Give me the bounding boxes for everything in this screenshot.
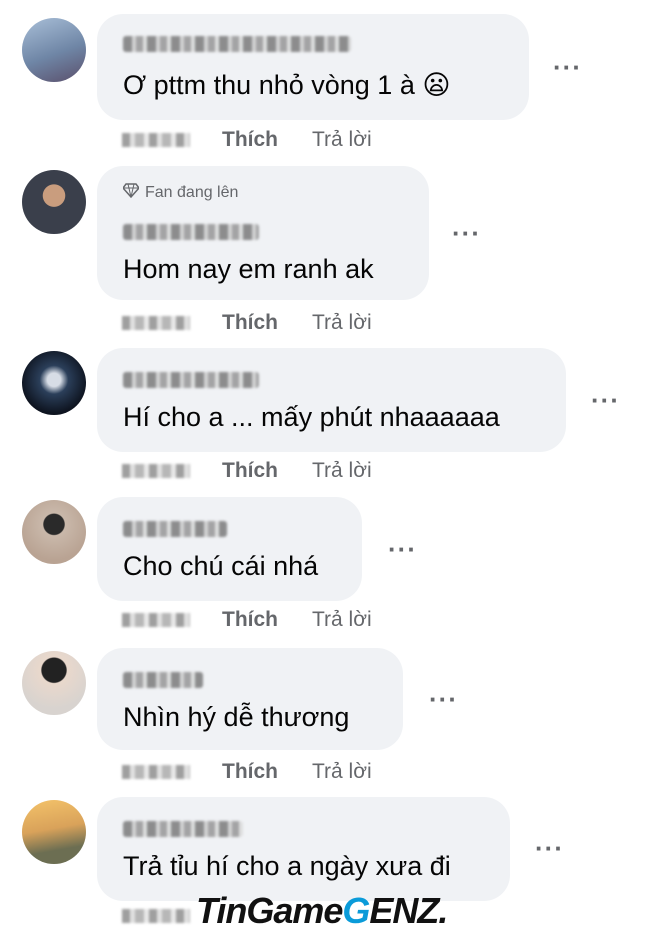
timestamp[interactable]: [122, 133, 190, 147]
comment-bubble: Hí cho a ... mấy phút nhaaaaaa: [97, 348, 566, 452]
avatar[interactable]: [22, 800, 86, 864]
author-name[interactable]: [123, 672, 203, 688]
watermark-text-part3: ENZ.: [369, 890, 448, 931]
comment-text: Cho chú cái nhá: [123, 551, 319, 581]
watermark-text-part2: G: [342, 890, 370, 931]
reply-button[interactable]: Trả lời: [312, 128, 372, 152]
fan-badge: Fan đang lên: [122, 182, 239, 203]
more-options-button[interactable]: ···: [452, 220, 481, 246]
avatar[interactable]: [22, 500, 86, 564]
more-options-button[interactable]: ···: [388, 536, 417, 562]
reply-button[interactable]: Trả lời: [312, 608, 372, 632]
like-button[interactable]: Thích: [222, 311, 278, 335]
watermark-text-part1: TinGame: [196, 890, 343, 931]
author-name[interactable]: [123, 372, 259, 388]
more-options-button[interactable]: ···: [553, 54, 582, 80]
timestamp[interactable]: [122, 613, 190, 627]
more-options-button[interactable]: ···: [429, 686, 458, 712]
comment-text: Ơ pttm thu nhỏ vòng 1 à 😦: [123, 70, 451, 100]
comment-text: Hí cho a ... mấy phút nhaaaaaa: [123, 402, 500, 432]
comment-text: Trả tỉu hí cho a ngày xưa đi: [123, 851, 451, 881]
comment-text: Nhìn hý dễ thương: [123, 702, 350, 732]
author-name[interactable]: [123, 36, 351, 52]
like-button[interactable]: Thích: [222, 760, 278, 784]
timestamp[interactable]: [122, 464, 190, 478]
like-button[interactable]: Thích: [222, 608, 278, 632]
reply-button[interactable]: Trả lời: [312, 459, 372, 483]
comment-actions: Thích Trả lời: [122, 608, 372, 632]
avatar[interactable]: [22, 651, 86, 715]
timestamp[interactable]: [122, 909, 190, 923]
comment-actions: Thích Trả lời: [122, 459, 372, 483]
avatar[interactable]: [22, 170, 86, 234]
avatar[interactable]: [22, 18, 86, 82]
more-options-button[interactable]: ···: [591, 387, 620, 413]
comment-bubble: Nhìn hý dễ thương: [97, 648, 403, 750]
comment-actions: Thích Trả lời: [122, 760, 372, 784]
more-options-button[interactable]: ···: [535, 835, 564, 861]
timestamp[interactable]: [122, 765, 190, 779]
comment-actions: Thích Trả lời: [122, 311, 372, 335]
comment-actions: Thích Trả lời: [122, 128, 372, 152]
timestamp[interactable]: [122, 316, 190, 330]
author-name[interactable]: [123, 224, 259, 240]
author-name[interactable]: [123, 821, 243, 837]
author-name[interactable]: [123, 521, 227, 537]
like-button[interactable]: Thích: [222, 128, 278, 152]
comment-text: Hom nay em ranh ak: [123, 254, 374, 284]
like-button[interactable]: Thích: [222, 459, 278, 483]
comment-bubble: Cho chú cái nhá: [97, 497, 362, 601]
diamond-icon: [122, 182, 140, 203]
reply-button[interactable]: Trả lời: [312, 760, 372, 784]
comment-bubble: Fan đang lên Hom nay em ranh ak: [97, 166, 429, 300]
avatar[interactable]: [22, 351, 86, 415]
reply-button[interactable]: Trả lời: [312, 311, 372, 335]
comment-bubble: Trả tỉu hí cho a ngày xưa đi: [97, 797, 510, 901]
site-watermark-logo: TinGameGENZ.: [196, 890, 448, 932]
badge-label: Fan đang lên: [145, 183, 239, 201]
comment-bubble: Ơ pttm thu nhỏ vòng 1 à 😦: [97, 14, 529, 120]
